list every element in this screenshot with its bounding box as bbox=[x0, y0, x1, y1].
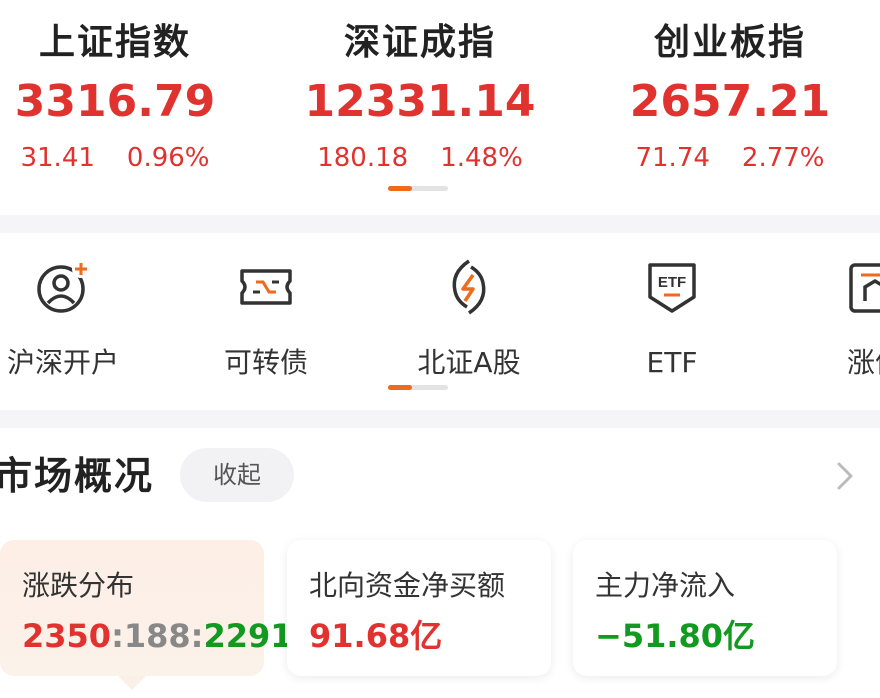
collapse-button[interactable]: 收起 bbox=[180, 448, 294, 502]
lightning-icon bbox=[384, 257, 554, 317]
chevron-right-icon[interactable] bbox=[830, 456, 860, 496]
stat-card-main-inflow[interactable]: 主力净流入 −51.80亿 bbox=[573, 540, 837, 676]
quick-nav-label: 沪深开户 bbox=[6, 346, 119, 379]
index-card-shanghai[interactable]: 上证指数 3316.79 31.41 0.96% bbox=[0, 18, 245, 176]
limit-up-icon bbox=[790, 257, 880, 317]
stat-title: 主力净流入 bbox=[595, 569, 736, 602]
index-name: 上证指数 bbox=[38, 22, 191, 63]
index-change: 180.18 bbox=[317, 143, 409, 173]
index-carousel[interactable]: 上证指数 3316.79 31.41 0.96% 深证成指 12331.14 18… bbox=[0, 0, 880, 215]
quick-nav-account-open[interactable]: 沪深开户 bbox=[0, 257, 148, 381]
section-divider bbox=[0, 410, 880, 428]
quick-nav: 沪深开户 可转债 北证A股 ETF ETF 涨 bbox=[0, 233, 880, 410]
advance-count: 2350 bbox=[22, 617, 112, 655]
ratio-separator: : bbox=[111, 617, 124, 655]
stat-title: 北向资金净买额 bbox=[309, 569, 506, 602]
decline-count: 2291 bbox=[203, 617, 293, 655]
quick-nav-label: 涨停 bbox=[846, 346, 880, 379]
main-net-inflow: −51.80亿 bbox=[595, 617, 756, 655]
index-value: 12331.14 bbox=[304, 76, 536, 127]
index-change-pct: 0.96% bbox=[126, 143, 210, 173]
market-overview-header: 市场概况 收起 bbox=[0, 428, 880, 524]
quick-nav-label: 北证A股 bbox=[417, 346, 521, 379]
stat-card-northbound[interactable]: 北向资金净买额 91.68亿 bbox=[287, 540, 551, 676]
index-card-shenzhen[interactable]: 深证成指 12331.14 180.18 1.48% bbox=[290, 18, 550, 176]
quick-nav-label: ETF bbox=[646, 346, 698, 379]
section-divider bbox=[0, 215, 880, 233]
advance-decline-ratio: 2350:188:2291 bbox=[22, 616, 293, 656]
quick-nav-beijing-a-shares[interactable]: 北证A股 bbox=[384, 257, 554, 381]
index-value: 2657.21 bbox=[629, 76, 831, 127]
index-change: 71.74 bbox=[635, 143, 710, 173]
index-card-chinext[interactable]: 创业板指 2657.21 71.74 2.77% bbox=[600, 18, 860, 176]
index-change-pct: 2.77% bbox=[741, 143, 825, 173]
index-change-pct: 1.48% bbox=[440, 143, 523, 173]
quick-nav-page-indicator bbox=[388, 385, 448, 390]
etf-icon: ETF bbox=[587, 257, 757, 317]
section-title: 市场概况 bbox=[0, 454, 155, 498]
quick-nav-label: 可转债 bbox=[223, 346, 308, 379]
index-name: 深证成指 bbox=[343, 22, 496, 63]
user-add-icon bbox=[0, 257, 148, 317]
ticket-icon bbox=[181, 257, 351, 317]
ratio-separator: : bbox=[190, 617, 204, 655]
index-value: 3316.79 bbox=[14, 76, 216, 127]
svg-text:ETF: ETF bbox=[658, 274, 686, 291]
flat-count: 188 bbox=[123, 617, 191, 655]
quick-nav-convertible-bond[interactable]: 可转债 bbox=[181, 257, 351, 381]
index-page-indicator bbox=[388, 186, 448, 191]
index-name: 创业板指 bbox=[653, 22, 806, 63]
northbound-net-buy: 91.68亿 bbox=[309, 617, 443, 655]
active-card-pointer bbox=[118, 676, 146, 690]
stat-title: 涨跌分布 bbox=[22, 569, 135, 602]
quick-nav-etf[interactable]: ETF ETF bbox=[587, 257, 757, 381]
stat-card-advance-decline[interactable]: 涨跌分布 2350:188:2291 bbox=[0, 540, 293, 676]
quick-nav-limit-up[interactable]: 涨停 bbox=[790, 257, 880, 381]
index-change: 31.41 bbox=[20, 143, 95, 173]
